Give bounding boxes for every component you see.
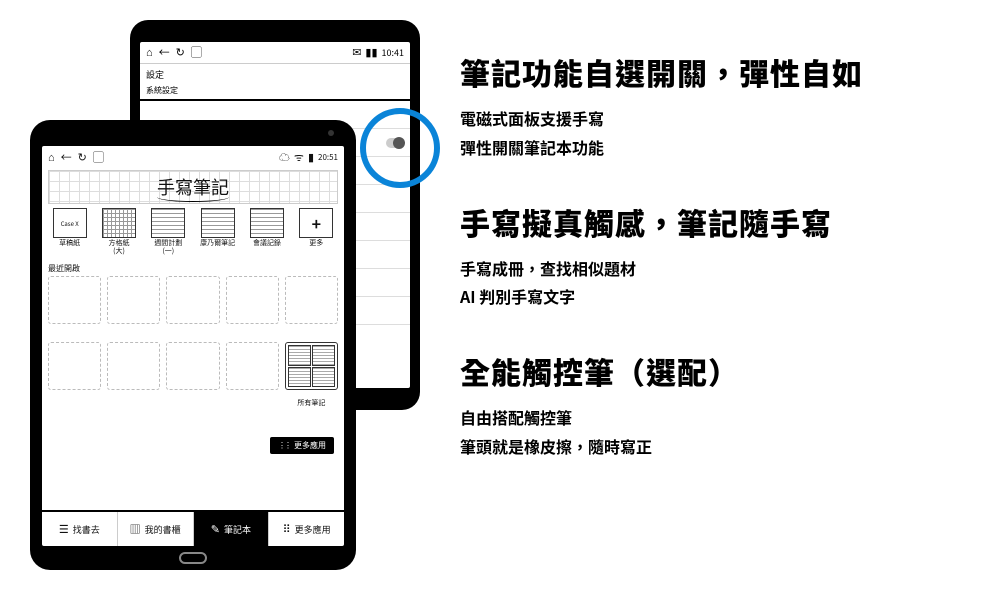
recent-label: 最近開啟 — [42, 259, 344, 276]
nav-label: 更多應用 — [295, 523, 331, 536]
more-apps-label: 更多應用 — [294, 440, 326, 451]
note-slot[interactable] — [226, 342, 279, 390]
note-slot[interactable] — [48, 276, 101, 324]
marketing-group-2: 手寫擬真觸感，筆記隨手寫 手寫成冊，查找相似題材 AI 判別手寫文字 — [460, 200, 980, 312]
note-slot[interactable] — [285, 276, 338, 324]
grid-icon — [278, 440, 290, 451]
marketing-group-3: 全能觸控筆（選配） 自由搭配觸控筆 筆頭就是橡皮擦，隨時寫正 — [460, 349, 980, 461]
template-more[interactable]: + 更多 — [295, 208, 338, 255]
nav-label: 我的書櫃 — [145, 523, 181, 536]
marketing-line: 電磁式面板支援手寫 — [460, 104, 980, 133]
tabs-icon[interactable]: ▢ — [191, 47, 202, 58]
template-thumb — [250, 208, 284, 238]
notebook-screen: ⌂ ← ↻ ▢ ☁ ᯤ ▮ 20:51 手寫筆記 Case X 草稿紙 — [42, 146, 344, 546]
home-icon[interactable]: ⌂ — [48, 152, 55, 163]
wifi-icon: ᯤ — [294, 152, 304, 163]
bottom-nav: ☰ 找書去 ▥ 我的書櫃 ✎ 筆記本 ⠿ 更多應用 — [42, 510, 344, 546]
nav-label: 找書去 — [73, 523, 100, 536]
template-thumb — [151, 208, 185, 238]
template-label: 康乃爾筆記 — [200, 240, 235, 254]
marketing-heading: 全能觸控筆（選配） — [460, 349, 980, 393]
home-button[interactable] — [179, 552, 207, 564]
pencil-icon: ✎ — [211, 521, 220, 537]
marketing-heading: 筆記功能自選開關，彈性自如 — [460, 50, 980, 94]
back-icon[interactable]: ← — [61, 152, 72, 163]
note-slot[interactable] — [107, 342, 160, 390]
tabs-icon[interactable]: ▢ — [93, 152, 104, 163]
marketing-line: 筆頭就是橡皮擦，隨時寫正 — [460, 432, 980, 461]
all-notes-caption: 所有筆記 — [285, 398, 338, 408]
template-label: 更多 — [309, 240, 323, 254]
status-bar-back: ⌂ ← ↻ ▢ ✉ ▮▮ 10:41 — [140, 42, 410, 64]
refresh-icon[interactable]: ↻ — [78, 152, 87, 163]
template-label: 會議記錄 — [253, 240, 281, 254]
marketing-copy: 筆記功能自選開關，彈性自如 電磁式面板支援手寫 彈性開關筆記本功能 手寫擬真觸感… — [460, 50, 980, 499]
more-apps-chip[interactable]: 更多應用 — [270, 437, 334, 454]
all-notes-stack[interactable] — [285, 342, 338, 390]
marketing-line: 手寫成冊，查找相似題材 — [460, 254, 980, 283]
note-slot[interactable] — [166, 276, 219, 324]
clock-back: 10:41 — [382, 46, 404, 59]
marketing-heading: 手寫擬真觸感，筆記隨手寫 — [460, 200, 980, 244]
note-slot[interactable] — [107, 276, 160, 324]
settings-section: 系統設定 — [140, 85, 410, 101]
marketing-line: AI 判別手寫文字 — [460, 282, 980, 311]
nav-label: 筆記本 — [224, 523, 251, 536]
tablet-front: ⌂ ← ↻ ▢ ☁ ᯤ ▮ 20:51 手寫筆記 Case X 草稿紙 — [30, 120, 356, 570]
recent-grid — [42, 276, 344, 324]
template-weekplan[interactable]: 週間計劃 (一) — [147, 208, 190, 255]
nav-apps[interactable]: ⠿ 更多應用 — [269, 512, 344, 546]
notebook-title: 手寫筆記 — [157, 174, 229, 200]
template-thumb — [201, 208, 235, 238]
home-icon[interactable]: ⌂ — [146, 47, 153, 58]
camera-dot — [328, 130, 334, 136]
toggle-switch[interactable] — [386, 138, 404, 148]
back-icon[interactable]: ← — [159, 47, 170, 58]
grid-icon: ⠿ — [283, 521, 291, 537]
notebook-title-band: 手寫筆記 — [48, 170, 338, 204]
marketing-line: 彈性開關筆記本功能 — [460, 133, 980, 162]
clock-front: 20:51 — [318, 152, 338, 163]
template-thumb — [102, 208, 136, 238]
nav-shelf[interactable]: ▥ 我的書櫃 — [118, 512, 194, 546]
nav-find-books[interactable]: ☰ 找書去 — [42, 512, 118, 546]
template-draft[interactable]: Case X 草稿紙 — [48, 208, 91, 255]
all-notes-grid: 所有筆記 — [42, 342, 344, 408]
settings-title: 設定 — [140, 64, 410, 85]
plus-icon: + — [299, 208, 333, 238]
template-grid[interactable]: 方格紙 (大) — [97, 208, 140, 255]
refresh-icon[interactable]: ↻ — [176, 47, 185, 58]
template-label: 草稿紙 — [59, 240, 80, 254]
template-label: 週間計劃 (一) — [154, 240, 182, 255]
battery-icon: ▮ — [308, 152, 314, 163]
shelf-icon: ▥ — [130, 521, 141, 537]
cloud-icon: ☁ — [279, 152, 290, 163]
marketing-line: 自由搭配觸控筆 — [460, 403, 980, 432]
note-slot[interactable] — [48, 342, 101, 390]
mail-icon: ✉ — [352, 47, 361, 58]
book-open-icon: ☰ — [59, 521, 69, 537]
template-meeting[interactable]: 會議記錄 — [245, 208, 288, 255]
note-slot[interactable] — [166, 342, 219, 390]
template-thumb: Case X — [53, 208, 87, 238]
battery-icon: ▮▮ — [365, 47, 377, 58]
template-row: Case X 草稿紙 方格紙 (大) 週間計劃 (一) 康乃爾筆記 — [42, 208, 344, 259]
nav-notebook[interactable]: ✎ 筆記本 — [194, 512, 270, 546]
note-slot[interactable] — [226, 276, 279, 324]
marketing-group-1: 筆記功能自選開關，彈性自如 電磁式面板支援手寫 彈性開關筆記本功能 — [460, 50, 980, 162]
status-bar-front: ⌂ ← ↻ ▢ ☁ ᯤ ▮ 20:51 — [42, 146, 344, 168]
template-cornell[interactable]: 康乃爾筆記 — [196, 208, 239, 255]
template-label: 方格紙 (大) — [108, 240, 129, 255]
